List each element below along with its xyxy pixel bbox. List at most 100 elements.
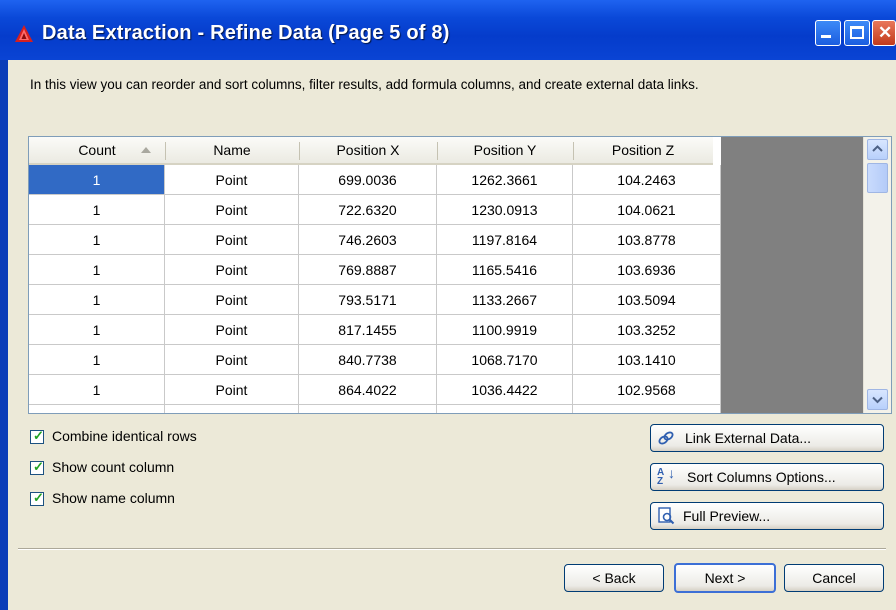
description-text: In this view you can reorder and sort co… <box>30 77 699 92</box>
table-cell[interactable]: 793.5171 <box>299 285 437 315</box>
table-cell[interactable]: Point <box>165 255 299 285</box>
preview-icon <box>658 507 675 525</box>
table-cell[interactable]: Point <box>165 165 299 195</box>
full-preview-button[interactable]: Full Preview... <box>650 502 884 530</box>
column-header-position-x[interactable]: Position X <box>299 137 437 165</box>
minimize-icon <box>821 35 831 38</box>
table-cell[interactable]: 102.9568 <box>573 375 721 405</box>
checkmark-icon: ✓ <box>33 428 44 443</box>
table-cell[interactable]: 1165.5416 <box>437 255 573 285</box>
sort-columns-options-label: Sort Columns Options... <box>687 469 836 485</box>
column-header-name[interactable]: Name <box>165 137 299 165</box>
table-cell[interactable]: 840.7738 <box>299 345 437 375</box>
column-header-label: Count <box>78 142 116 158</box>
table-cell[interactable]: Point <box>165 375 299 405</box>
table-cell[interactable]: 1230.0913 <box>437 195 573 225</box>
header-separator <box>573 142 574 160</box>
table-cell[interactable]: Point <box>165 225 299 255</box>
link-icon <box>658 431 674 445</box>
column-header-position-y[interactable]: Position Y <box>437 137 573 165</box>
table-cell[interactable] <box>437 405 573 413</box>
table-cell[interactable]: 1 <box>29 345 165 375</box>
table-cell[interactable]: 103.1410 <box>573 345 721 375</box>
cancel-button[interactable]: Cancel <box>784 564 884 592</box>
checkmark-icon: ✓ <box>33 490 44 505</box>
table-cell[interactable]: 1 <box>29 225 165 255</box>
link-external-data-button[interactable]: Link External Data... <box>650 424 884 452</box>
link-external-data-label: Link External Data... <box>685 430 812 446</box>
sort-ascending-icon <box>141 147 151 153</box>
table-cell[interactable]: 722.6320 <box>299 195 437 225</box>
table-cell[interactable]: Point <box>165 285 299 315</box>
show-count-checkbox[interactable]: ✓ <box>30 459 44 475</box>
close-button[interactable]: ✕ <box>872 20 896 46</box>
table-cell[interactable] <box>165 405 299 413</box>
column-header-label: Position Y <box>473 142 537 158</box>
table-cell[interactable]: 1 <box>29 165 165 195</box>
window-title: Data Extraction - Refine Data (Page 5 of… <box>42 22 450 44</box>
table-cell[interactable]: 817.1455 <box>299 315 437 345</box>
table-cell[interactable]: 103.5094 <box>573 285 721 315</box>
table-cell[interactable]: Point <box>165 345 299 375</box>
cancel-button-label: Cancel <box>812 570 856 586</box>
column-header-label: Name <box>213 142 251 158</box>
chevron-up-icon <box>872 145 883 152</box>
maximize-icon <box>850 26 864 39</box>
table-cell[interactable] <box>299 405 437 413</box>
dialog-body: In this view you can reorder and sort co… <box>8 60 896 610</box>
table-cell[interactable]: 104.0621 <box>573 195 721 225</box>
table-cell[interactable] <box>573 405 721 413</box>
table-cell[interactable]: 1036.4422 <box>437 375 573 405</box>
show-count-label[interactable]: Show count column <box>52 459 174 475</box>
combine-rows-checkbox[interactable]: ✓ <box>30 428 44 444</box>
minimize-button[interactable] <box>815 20 841 46</box>
separator-line <box>18 548 886 550</box>
table-cell[interactable] <box>29 405 165 413</box>
scroll-down-button[interactable] <box>867 389 888 410</box>
column-header-count[interactable]: Count <box>29 137 165 165</box>
table-cell[interactable]: 1 <box>29 195 165 225</box>
table-cell[interactable]: 1068.7170 <box>437 345 573 375</box>
table-cell[interactable]: 746.2603 <box>299 225 437 255</box>
column-header-position-z[interactable]: Position Z <box>573 137 713 165</box>
title-bar[interactable]: Data Extraction - Refine Data (Page 5 of… <box>0 0 896 60</box>
dialog-window: Data Extraction - Refine Data (Page 5 of… <box>0 0 896 610</box>
table-cell[interactable]: 103.3252 <box>573 315 721 345</box>
sort-columns-options-button[interactable]: A Z ↓ Sort Columns Options... <box>650 463 884 491</box>
table-cell[interactable]: 1262.3661 <box>437 165 573 195</box>
table-cell[interactable]: 1197.8164 <box>437 225 573 255</box>
table-cell[interactable]: 1 <box>29 285 165 315</box>
table-cell[interactable]: 1 <box>29 315 165 345</box>
header-separator <box>165 142 166 160</box>
show-name-label[interactable]: Show name column <box>52 490 175 506</box>
show-name-checkbox[interactable]: ✓ <box>30 490 44 506</box>
next-button-label: Next > <box>704 570 746 586</box>
table-cell[interactable]: 103.6936 <box>573 255 721 285</box>
table-cell[interactable]: 1 <box>29 375 165 405</box>
table-cell[interactable]: 699.0036 <box>299 165 437 195</box>
table-cell[interactable]: 103.8778 <box>573 225 721 255</box>
combine-rows-label[interactable]: Combine identical rows <box>52 428 197 444</box>
data-grid[interactable]: Count Name Position X Position Y Positio… <box>28 136 892 414</box>
close-icon: ✕ <box>878 23 893 42</box>
next-button[interactable]: Next > <box>674 563 776 593</box>
table-cell[interactable]: 1133.2667 <box>437 285 573 315</box>
table-cell[interactable]: 769.8887 <box>299 255 437 285</box>
back-button-label: < Back <box>592 570 636 586</box>
back-button[interactable]: < Back <box>564 564 664 592</box>
scroll-thumb[interactable] <box>867 163 888 193</box>
autocad-icon <box>15 25 33 42</box>
header-separator <box>299 142 300 160</box>
table-cell[interactable]: 104.2463 <box>573 165 721 195</box>
table-cell[interactable]: 1 <box>29 255 165 285</box>
table-cell[interactable]: 1100.9919 <box>437 315 573 345</box>
table-cell[interactable]: 864.4022 <box>299 375 437 405</box>
table-cell[interactable]: Point <box>165 195 299 225</box>
column-header-label: Position X <box>336 142 400 158</box>
vertical-scrollbar[interactable] <box>863 137 891 413</box>
chevron-down-icon <box>872 396 883 404</box>
scroll-up-button[interactable] <box>867 139 888 160</box>
column-header-label: Position Z <box>611 142 675 158</box>
table-cell[interactable]: Point <box>165 315 299 345</box>
maximize-button[interactable] <box>844 20 870 46</box>
